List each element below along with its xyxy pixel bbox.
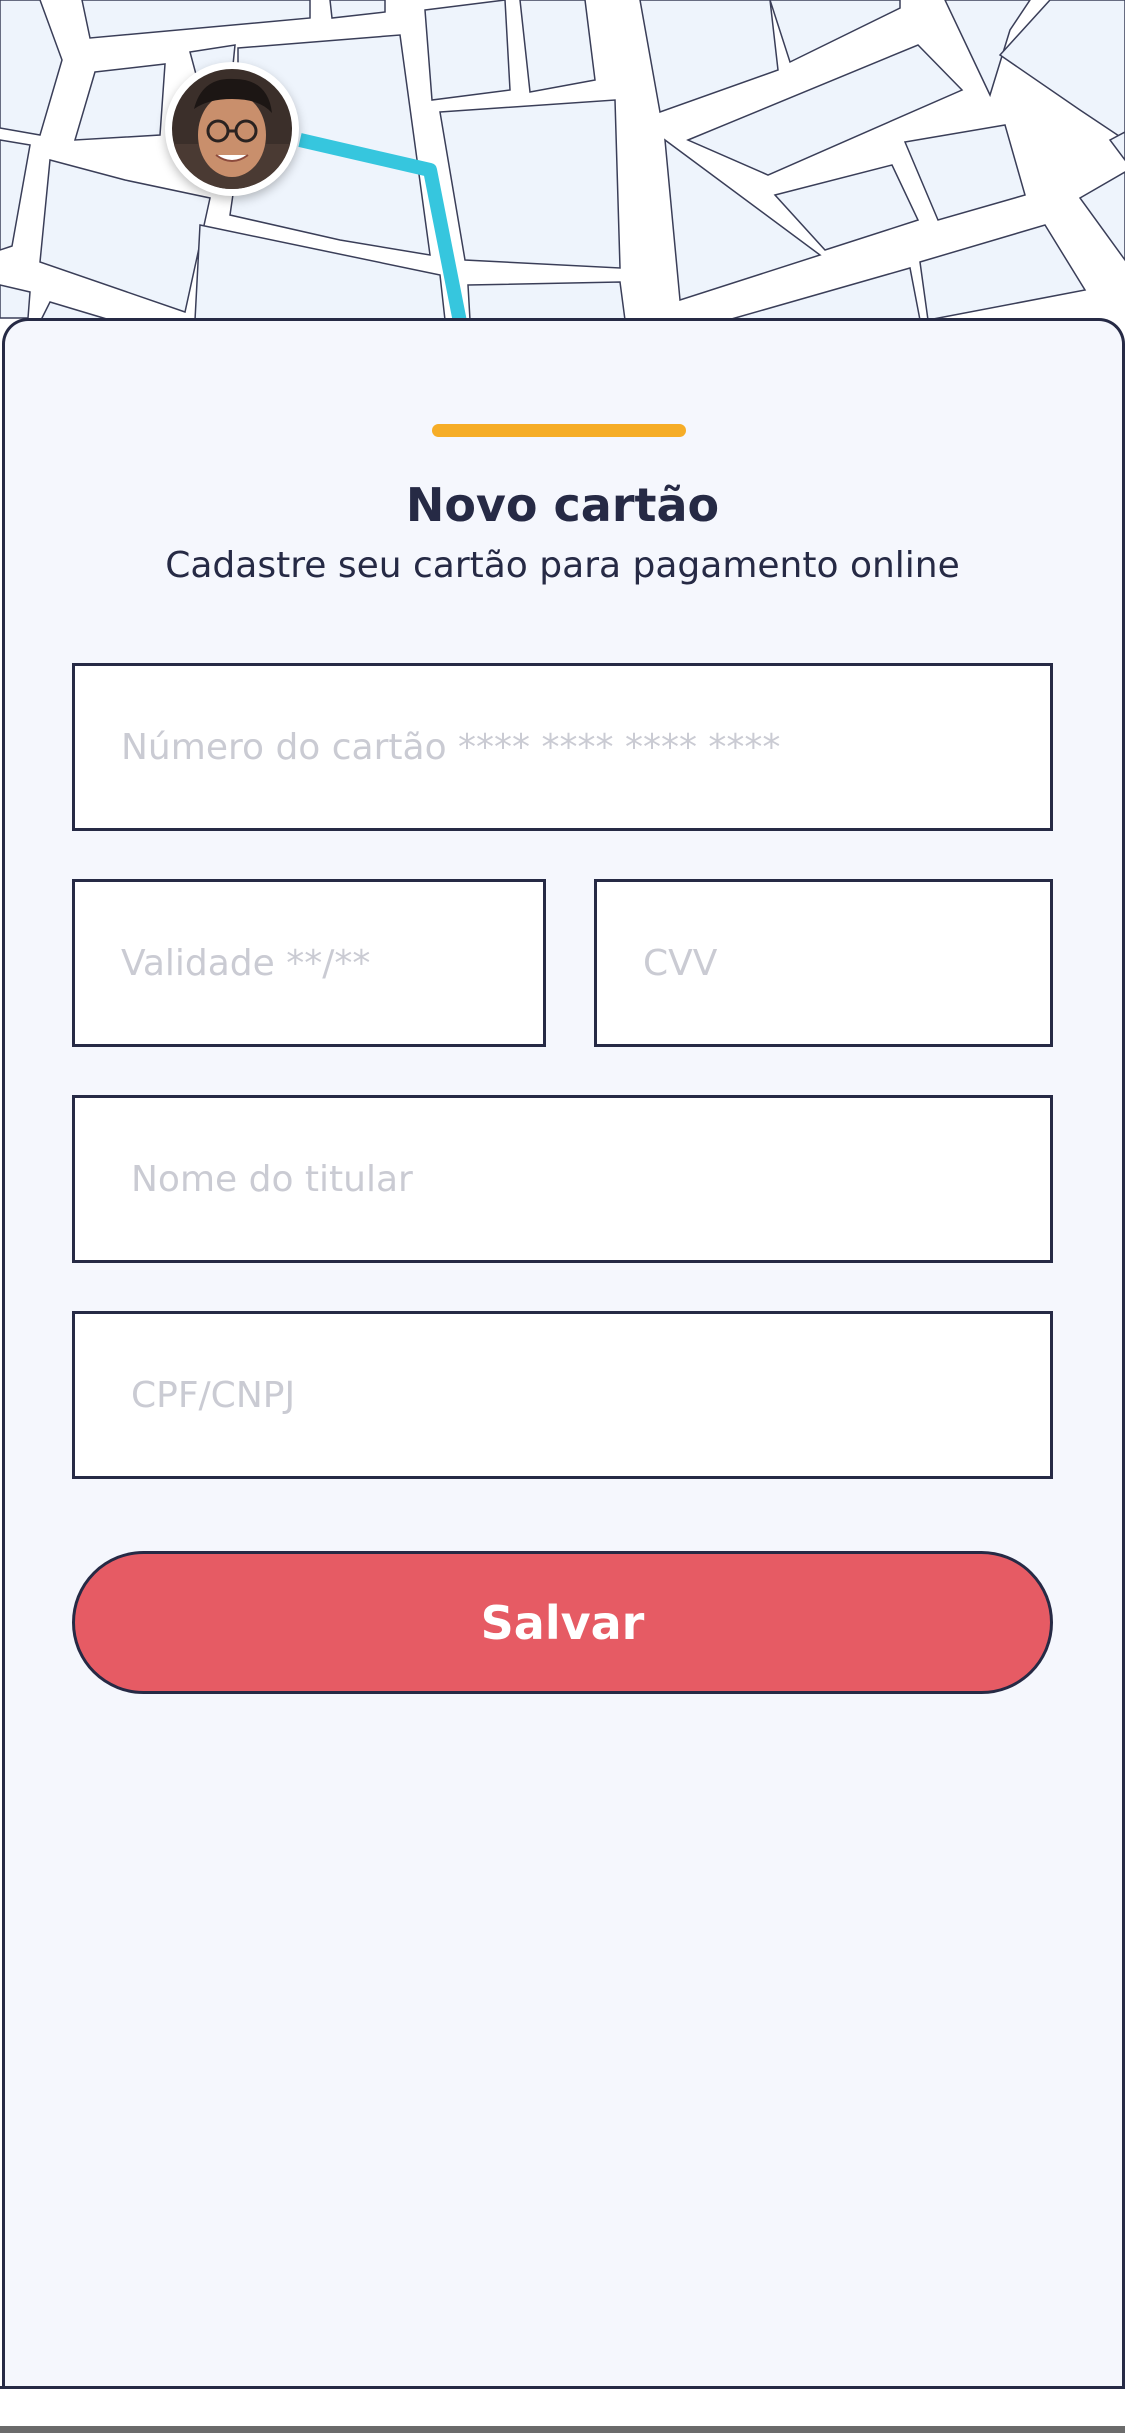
map-background[interactable] — [0, 0, 1125, 340]
document-field — [72, 1311, 1053, 1479]
cvv-field — [594, 879, 1053, 1047]
document-input[interactable] — [75, 1314, 1050, 1476]
cvv-input[interactable] — [597, 882, 1050, 1044]
validity-input[interactable] — [75, 882, 543, 1044]
save-button[interactable]: Salvar — [72, 1551, 1053, 1694]
map-streets — [0, 0, 1125, 324]
holder-name-input[interactable] — [75, 1098, 1050, 1260]
card-number-input[interactable] — [75, 666, 1050, 828]
bottom-edge-divider — [0, 2426, 1125, 2433]
page-subtitle: Cadastre seu cartão para pagamento onlin… — [165, 545, 960, 586]
card-number-field — [72, 663, 1053, 831]
driver-avatar[interactable] — [165, 62, 299, 196]
page-title: Novo cartão — [405, 478, 720, 532]
validity-field — [72, 879, 546, 1047]
sheet-drag-handle[interactable] — [432, 424, 686, 437]
holder-name-field — [72, 1095, 1053, 1263]
user-avatar-icon — [172, 69, 292, 189]
